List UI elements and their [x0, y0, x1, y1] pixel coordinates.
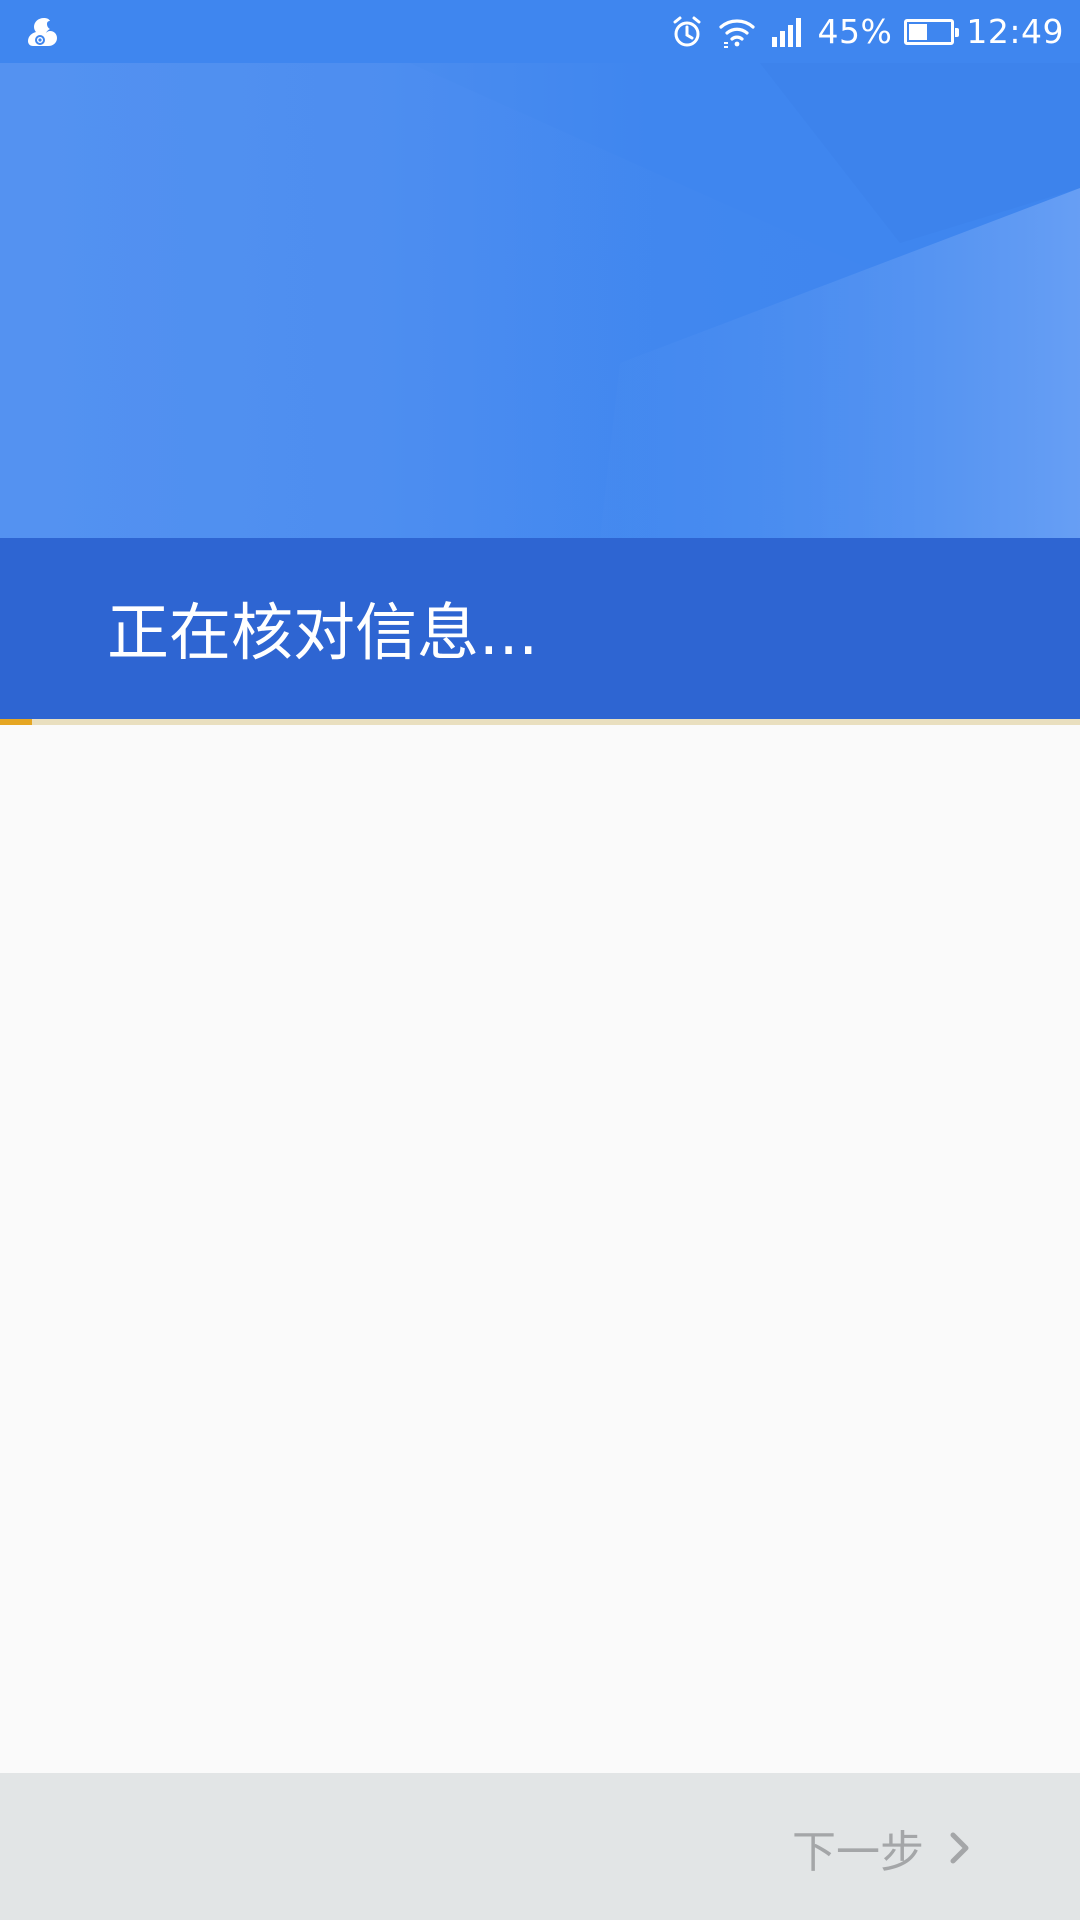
- screen: 45% 12:49 正在核对信息... 下一步: [0, 0, 1080, 1920]
- header-decoration: [0, 63, 1080, 538]
- battery-percent: 45%: [817, 12, 893, 51]
- page-title: 正在核对信息...: [107, 596, 539, 669]
- next-step-label: 下一步: [792, 1827, 924, 1878]
- status-bar: 45% 12:49: [0, 0, 1080, 63]
- alarm-clock-icon: [673, 16, 701, 46]
- content-area: [0, 725, 1080, 1773]
- cellular-signal-icon: [771, 17, 801, 47]
- status-time: 12:49: [966, 12, 1064, 51]
- battery-level-fill: [909, 23, 928, 40]
- status-right-group: 45% 12:49: [668, 0, 1064, 63]
- chevron-right-icon: [950, 1832, 969, 1864]
- next-step-button[interactable]: 下一步: [792, 1813, 974, 1883]
- wifi-icon: [718, 18, 755, 48]
- battery-icon: [904, 18, 960, 45]
- bottom-bar: 下一步: [0, 1773, 1080, 1920]
- header-background: [0, 63, 1080, 538]
- uc-browser-squirrel-icon: [28, 18, 57, 46]
